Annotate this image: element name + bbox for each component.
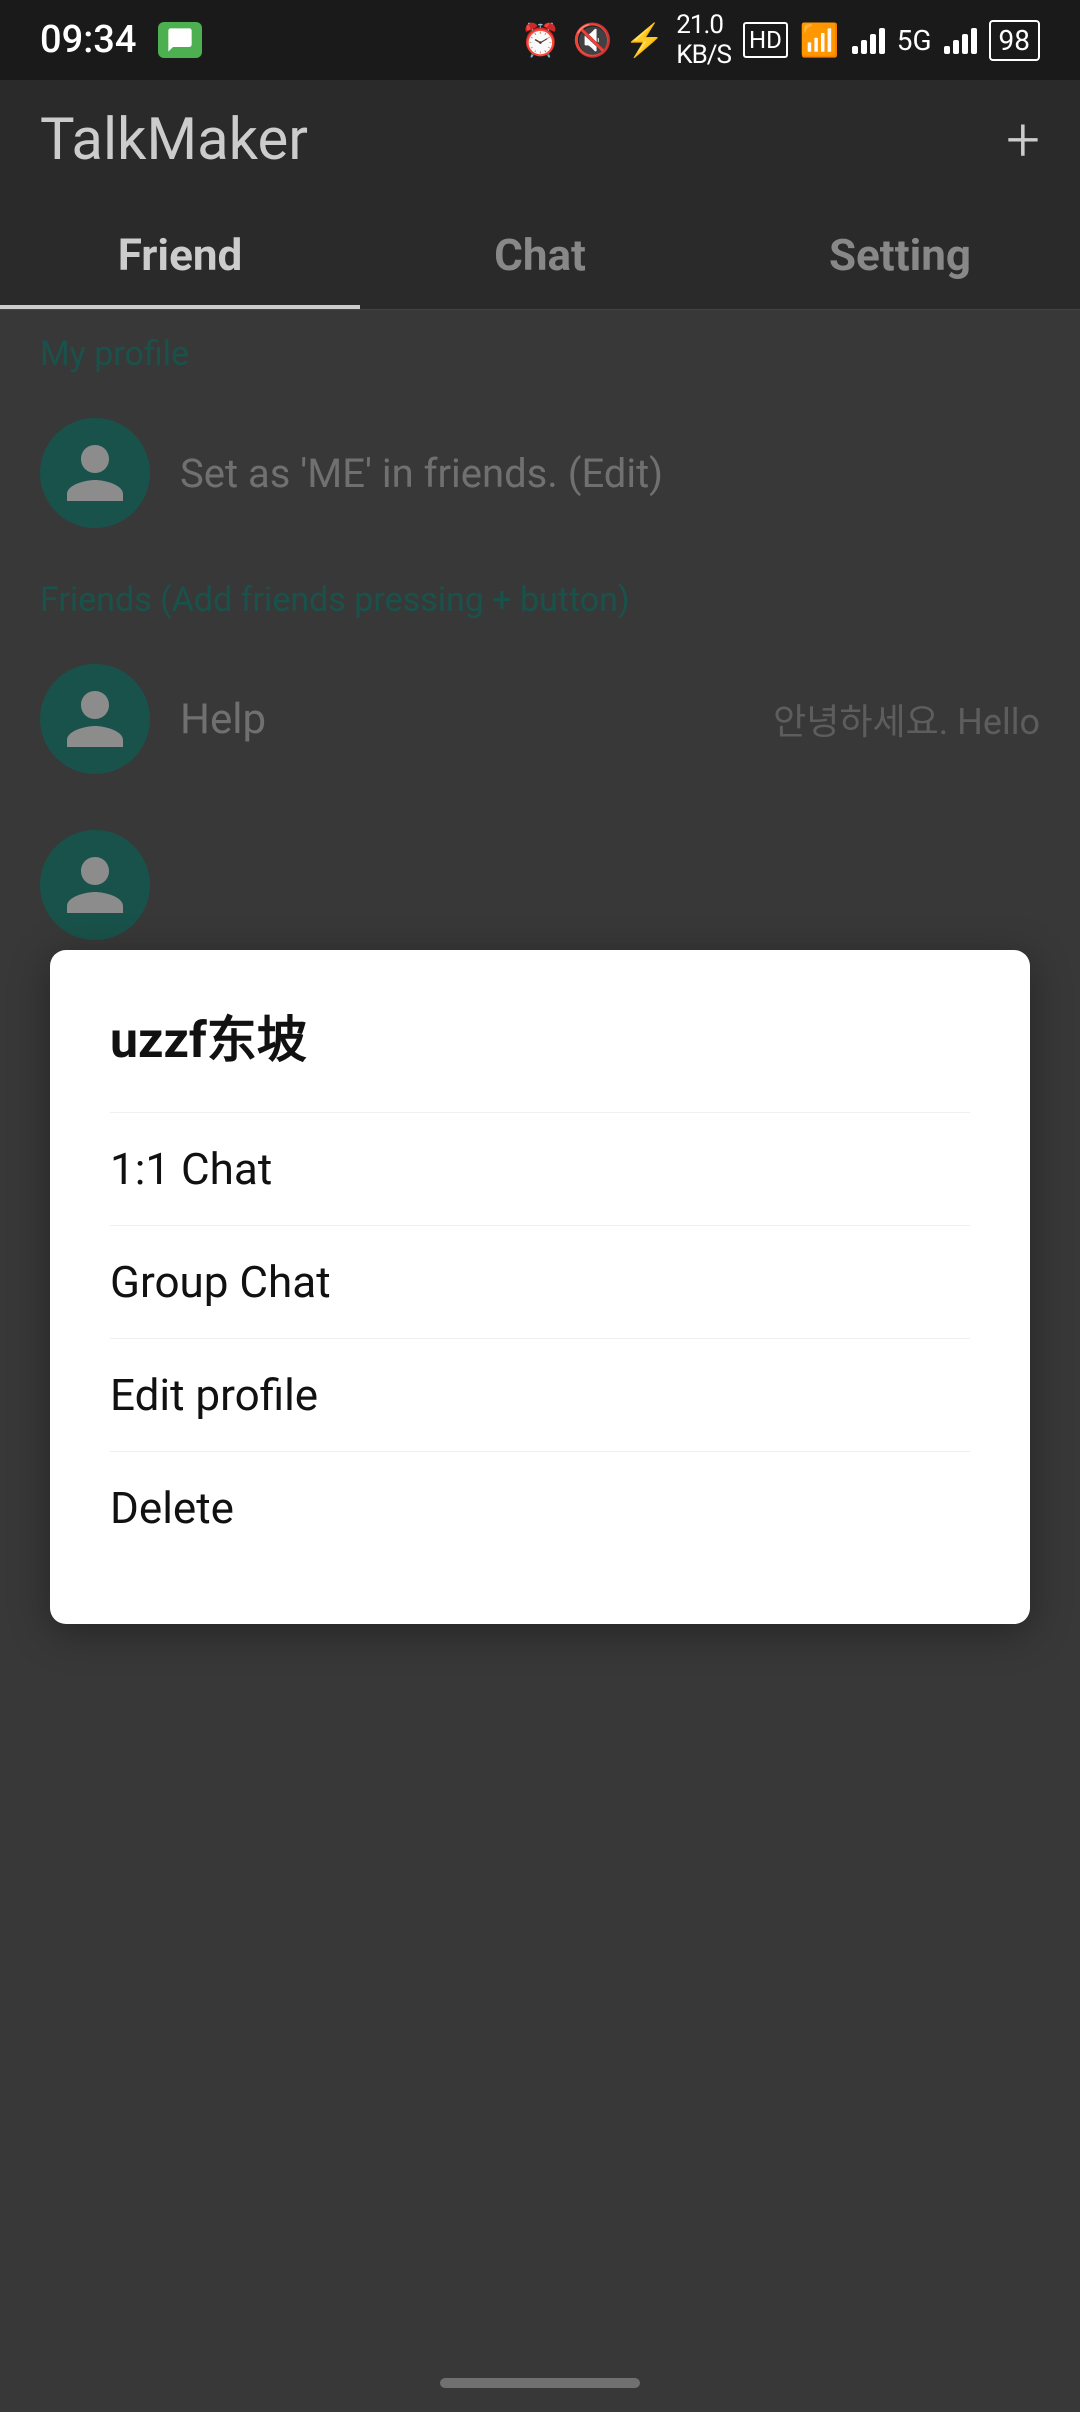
bluetooth-icon: ⚡ (624, 21, 664, 59)
tab-bar: Friend Chat Setting (0, 200, 1080, 310)
add-button[interactable]: + (1006, 110, 1040, 170)
tab-chat[interactable]: Chat (360, 200, 720, 309)
context-menu-title: uzzf东坡 (110, 1000, 970, 1072)
friends-list: My profile Set as 'ME' in friends. (Edit… (0, 310, 1080, 2412)
tab-friend[interactable]: Friend (0, 200, 360, 309)
status-icons: ⏰ 🔇 ⚡ 21.0KB/S HD 📶 5G (521, 10, 1040, 70)
wifi-icon: 📶 (800, 21, 840, 59)
message-notification-icon (158, 22, 202, 58)
alarm-icon: ⏰ (521, 21, 561, 59)
mute-icon: 🔇 (573, 21, 613, 59)
app-title: TalkMaker (40, 106, 308, 174)
tab-setting[interactable]: Setting (720, 200, 1080, 309)
signal-bars-2 (944, 26, 977, 54)
context-menu-item-delete[interactable]: Delete (110, 1451, 970, 1564)
app-header: TalkMaker + (0, 80, 1080, 200)
status-time: 09:34 (40, 18, 136, 62)
context-menu-item-groupchat[interactable]: Group Chat (110, 1225, 970, 1338)
hd-badge: HD (743, 22, 788, 58)
context-menu-item-1to1chat[interactable]: 1:1 Chat (110, 1112, 970, 1225)
network-type: 5G (897, 24, 932, 57)
screen: 09:34 ⏰ 🔇 ⚡ 21.0KB/S HD 📶 (0, 0, 1080, 2412)
context-menu-item-editprofile[interactable]: Edit profile (110, 1338, 970, 1451)
battery-level: 98 (999, 24, 1030, 57)
status-bar: 09:34 ⏰ 🔇 ⚡ 21.0KB/S HD 📶 (0, 0, 1080, 80)
content-column: 09:34 ⏰ 🔇 ⚡ 21.0KB/S HD 📶 (0, 0, 1080, 2412)
context-menu: uzzf东坡 1:1 Chat Group Chat Edit profile … (50, 950, 1030, 1624)
data-speed: 21.0KB/S (676, 10, 731, 70)
signal-bars-1 (852, 26, 885, 54)
battery-icon: 98 (989, 20, 1040, 61)
